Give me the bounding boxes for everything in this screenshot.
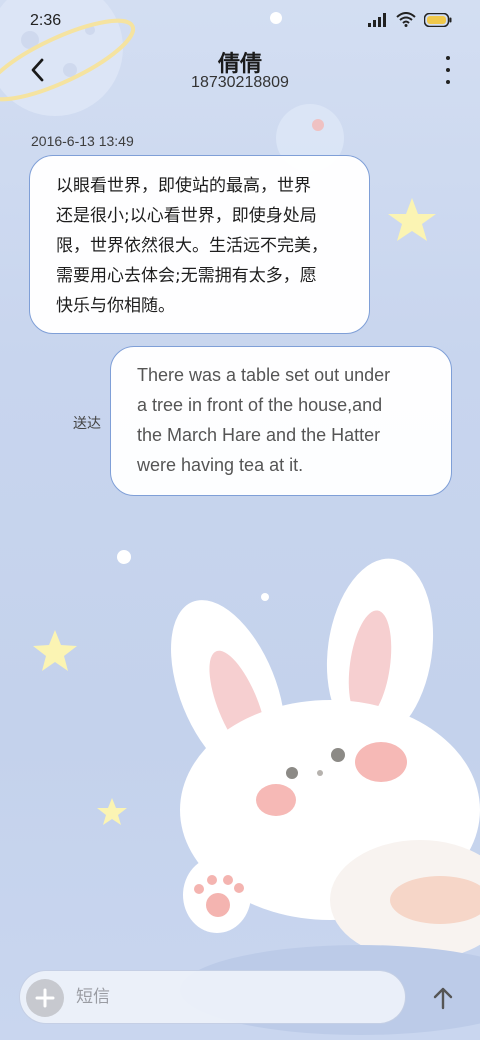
delivery-status: 送达 bbox=[73, 416, 101, 432]
more-vertical-icon bbox=[446, 56, 450, 60]
message-line: 还是很小;以心看世界，即使身处局 bbox=[56, 206, 317, 226]
conversation-header: 倩倩 18730218809 bbox=[0, 44, 480, 104]
attach-button[interactable] bbox=[26, 979, 64, 1017]
incoming-message-text: 以眼看世界，即使站的最高，世界 还是很小;以心看世界，即使身处局 限，世界依然很… bbox=[56, 171, 341, 321]
incoming-message-bubble[interactable]: 以眼看世界，即使站的最高，世界 还是很小;以心看世界，即使身处局 限，世界依然很… bbox=[29, 155, 370, 334]
battery-icon bbox=[424, 12, 452, 27]
star-shape bbox=[388, 198, 436, 241]
outgoing-message-text: There was a table set out under a tree i… bbox=[137, 360, 427, 480]
message-input[interactable] bbox=[76, 971, 396, 1023]
star-shape bbox=[97, 798, 127, 825]
message-line: a tree in front of the house,and bbox=[137, 395, 383, 415]
status-bar: 2:36 bbox=[0, 0, 480, 44]
signal-icon bbox=[368, 12, 386, 27]
status-icons bbox=[368, 12, 452, 27]
plus-icon bbox=[35, 988, 55, 1008]
message-line: were having tea at it. bbox=[137, 455, 304, 475]
outgoing-message-bubble[interactable]: There was a table set out under a tree i… bbox=[110, 346, 452, 496]
message-line: There was a table set out under bbox=[137, 365, 391, 385]
status-time: 2:36 bbox=[30, 12, 62, 29]
message-line: 需要用心去体会;无需拥有太多，愿 bbox=[56, 266, 317, 286]
message-timestamp: 2016-6-13 13:49 bbox=[31, 133, 134, 149]
more-menu-button[interactable] bbox=[440, 56, 456, 84]
contact-number: 18730218809 bbox=[191, 74, 289, 91]
bunny-illustration bbox=[171, 558, 480, 1035]
wifi-icon bbox=[396, 12, 416, 27]
message-line: 以眼看世界，即使站的最高，世界 bbox=[56, 176, 311, 196]
message-line: 限，世界依然很大。生活远不完美， bbox=[56, 236, 328, 256]
message-composer bbox=[19, 970, 406, 1024]
message-line: the March Hare and the Hatter bbox=[137, 425, 381, 445]
star-shape bbox=[33, 630, 77, 671]
message-line: 快乐与你相随。 bbox=[56, 296, 175, 316]
arrow-up-icon bbox=[433, 987, 453, 1010]
send-button[interactable] bbox=[424, 978, 462, 1018]
